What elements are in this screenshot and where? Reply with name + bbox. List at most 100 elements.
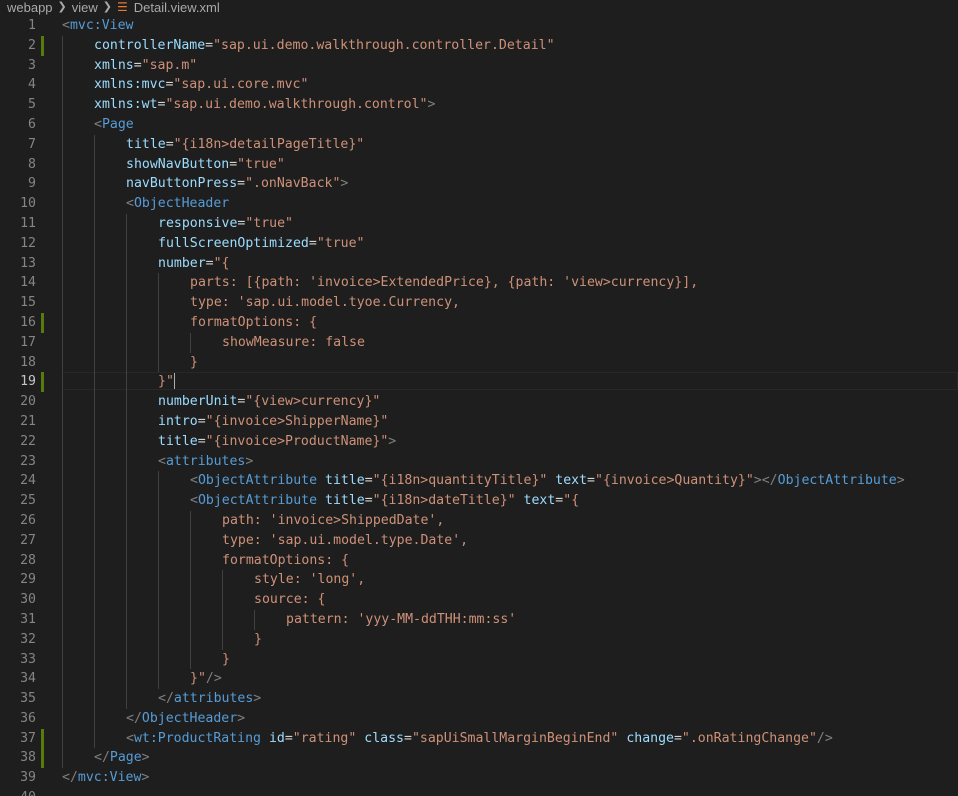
code-line[interactable]: 5 xmlns:wt="sap.ui.demo.walkthrough.contr… [0, 95, 958, 115]
indent-guide [126, 590, 127, 610]
code-line[interactable]: 14 parts: [{path: 'invoice>ExtendedPrice}… [0, 273, 958, 294]
token-str: type: 'sap.ui.model.tyoe.Currency, [190, 295, 460, 311]
indent-guide [94, 213, 95, 234]
code-line[interactable]: 30 source: { [0, 590, 958, 610]
token-str: formatOptions: { [222, 552, 350, 568]
token-br: < [126, 730, 134, 746]
token-str: "{ [563, 493, 580, 509]
code-line[interactable]: 19}" [0, 372, 958, 393]
token-attr: title [325, 473, 365, 489]
code-line[interactable]: 12 fullScreenOptimized="true" [0, 233, 958, 254]
indent-guide [94, 669, 95, 690]
code-line[interactable]: 8 showNavButton="true" [0, 154, 958, 175]
code-text: showMeasure: false [222, 333, 365, 353]
modified-line-marker [41, 372, 44, 393]
code-line[interactable]: 6 <Page [0, 114, 958, 135]
token-attr: class [364, 730, 404, 746]
indent-guide [126, 372, 127, 393]
indent-guide [222, 609, 223, 630]
code-line[interactable]: 15 type: 'sap.ui.model.tyoe.Currency, [0, 293, 958, 313]
indent-guide [190, 530, 191, 551]
code-line[interactable]: 13 number="{ [0, 253, 958, 274]
code-line[interactable]: 36 </ObjectHeader> [0, 708, 958, 729]
token-br: /> [816, 730, 833, 746]
indent-guide [158, 609, 159, 630]
modified-line-marker [41, 312, 44, 333]
code-line[interactable]: 29 style: 'long', [0, 570, 958, 591]
code-editor[interactable]: 1 <mvc:View 2 controllerName="sap.ui.demo.w… [0, 16, 958, 796]
line-number: 1 [28, 18, 36, 33]
code-line[interactable]: 11 responsive="true" [0, 213, 958, 234]
line-number: 5 [28, 97, 36, 113]
token-attr: title [158, 433, 198, 449]
code-text: formatOptions: { [222, 551, 349, 571]
breadcrumb-item-file[interactable]: Detail.view.xml [134, 1, 220, 14]
code-line[interactable]: 28 formatOptions: { [0, 550, 958, 571]
token-br: > [388, 433, 397, 449]
breadcrumb-item-view[interactable]: view [72, 1, 98, 14]
indent-guide [158, 629, 159, 650]
indent-guide [62, 451, 63, 472]
indent-guide [158, 352, 159, 373]
code-line[interactable]: 2 controllerName="sap.ui.demo.walkthrough… [0, 35, 958, 56]
indent-guide [94, 649, 95, 670]
code-text: }" [158, 372, 175, 392]
code-line[interactable]: 27 type: 'sap.ui.model.type.Date', [0, 530, 958, 551]
code-line[interactable]: 34}"/> [0, 669, 958, 690]
code-line[interactable]: 3 xmlns="sap.m" [0, 55, 958, 76]
line-number: 2 [28, 37, 36, 53]
code-line[interactable]: 1 <mvc:View [0, 16, 958, 36]
indent-guide [94, 491, 95, 511]
code-line[interactable]: 16 formatOptions: { [0, 312, 958, 333]
code-line[interactable]: 25 <ObjectAttribute title="{i18n>dateTitl… [0, 491, 958, 511]
code-line[interactable]: 10 <ObjectHeader [0, 194, 958, 214]
code-line[interactable]: 18} [0, 352, 958, 373]
line-number: 25 [20, 493, 36, 509]
code-line[interactable]: 40 [0, 788, 958, 796]
token-str: path: 'invoice>ShippedDate', [222, 512, 445, 528]
indent-guide [94, 233, 95, 254]
code-line[interactable]: 33} [0, 649, 958, 670]
token-str: "true" [237, 156, 285, 172]
code-text: navButtonPress=".onNavBack"> [126, 174, 348, 194]
line-number: 38 [20, 750, 36, 766]
token-tag: mvc:View [69, 18, 134, 33]
code-line[interactable]: 24 <ObjectAttribute title="{i18n>quantity… [0, 471, 958, 492]
token-str: "{view>currency}" [245, 394, 381, 410]
code-line[interactable]: 26 path: 'invoice>ShippedDate', [0, 510, 958, 531]
code-line[interactable]: 23 <attributes> [0, 451, 958, 472]
code-line[interactable]: 7 title="{i18n>detailPageTitle}" [0, 134, 958, 155]
line-number: 30 [20, 592, 36, 608]
indent-guide [62, 629, 63, 650]
token-attr: responsive [158, 215, 238, 231]
indent-guide [158, 491, 159, 511]
code-line[interactable]: 32} [0, 629, 958, 650]
indent-guide [126, 293, 127, 313]
code-line[interactable]: 38 </Page> [0, 748, 958, 769]
indent-guide [190, 332, 191, 353]
indent-guide [126, 570, 127, 591]
indent-guide [190, 609, 191, 630]
token-str: pattern: 'yyy-MM-ddTHH:mm:ss' [286, 611, 517, 627]
indent-guide [62, 550, 63, 571]
breadcrumb-item-webapp[interactable]: webapp [7, 1, 53, 14]
code-line[interactable]: 39 </mvc:View> [0, 768, 958, 788]
code-line[interactable]: 20 numberUnit="{view>currency}" [0, 392, 958, 412]
code-line[interactable]: 17 showMeasure: false [0, 332, 958, 353]
token-br: /> [205, 671, 222, 687]
indent-guide [94, 194, 95, 214]
code-line[interactable]: 4 xmlns:mvc="sap.ui.core.mvc" [0, 75, 958, 96]
code-line[interactable]: 21 intro="{invoice>ShipperName}" [0, 411, 958, 432]
rss-icon: ☰ [117, 0, 128, 14]
code-line[interactable]: 35 </attributes> [0, 689, 958, 709]
code-line[interactable]: 37 <wt:ProductRating id="rating" class="s… [0, 728, 958, 749]
token-tag: attributes [165, 453, 246, 469]
code-line[interactable]: 9 navButtonPress=".onNavBack"> [0, 174, 958, 195]
indent-guide [62, 411, 63, 432]
code-line[interactable]: 31 pattern: 'yyy-MM-ddTHH:mm:ss' [0, 609, 958, 630]
indent-guide [126, 530, 127, 551]
indent-guide [94, 689, 95, 709]
token-eq [317, 473, 325, 488]
code-line[interactable]: 22 title="{invoice>ProductName}"> [0, 431, 958, 452]
token-br: > [340, 176, 349, 192]
